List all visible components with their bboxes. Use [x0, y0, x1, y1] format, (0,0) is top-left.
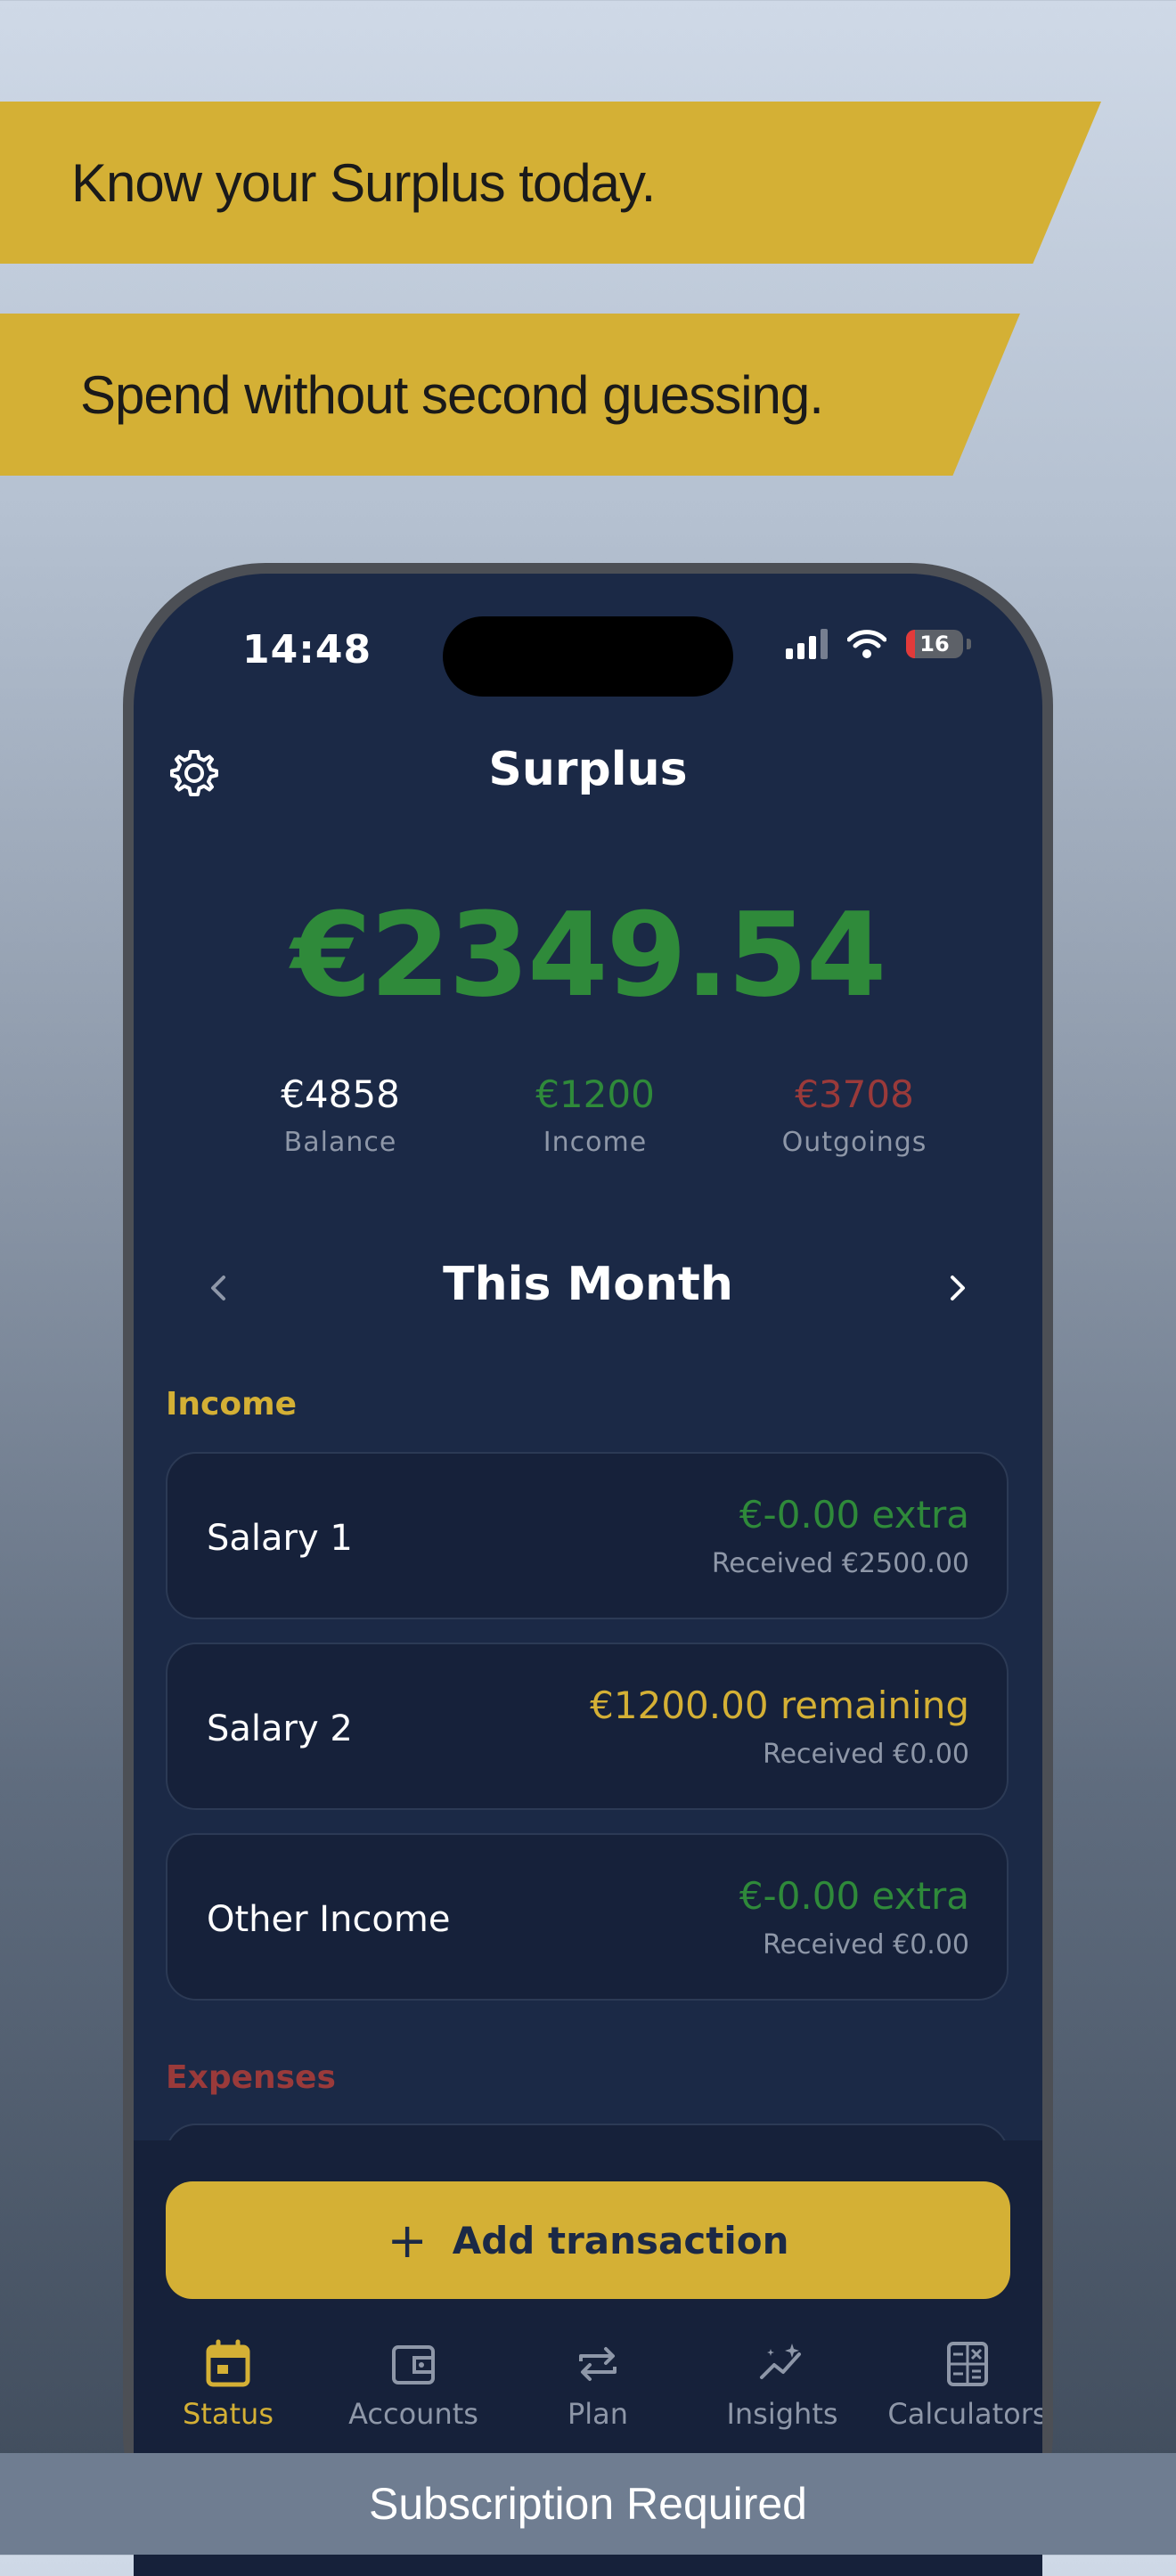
promo-line-1: Know your Surplus today. [71, 152, 656, 213]
tab-status[interactable]: Status [139, 2338, 317, 2431]
app-screen: 14:48 16 Surplus €2349.54 €4858 Balance … [134, 574, 1042, 2576]
battery-tip [967, 639, 971, 649]
add-transaction-label: Add transaction [452, 2218, 789, 2262]
surplus-amount: €2349.54 [290, 887, 887, 1023]
period-selector: This Month [134, 1251, 1042, 1322]
wifi-icon [847, 630, 886, 658]
promo-banner-2: Spend without second guessing. [0, 314, 1020, 476]
battery-icon: 16 [906, 630, 963, 658]
status-time: 14:48 [242, 627, 372, 673]
tab-plan[interactable]: Plan [509, 2338, 687, 2431]
calendar-icon [206, 2339, 250, 2387]
balance-label: Balance [283, 1127, 397, 1158]
expenses-section-label: Expenses [166, 2059, 336, 2096]
tab-label: Accounts [348, 2397, 478, 2431]
income-stat: €1200 Income [479, 1072, 711, 1158]
tab-bar: Status Accounts Plan Insights Calculator… [134, 2338, 1042, 2463]
outgoings-value: €3708 [795, 1072, 914, 1116]
sparkline-icon [760, 2344, 801, 2379]
cellular-signal-icon [786, 629, 828, 659]
income-received: Received €0.00 [763, 1929, 969, 1961]
tab-label: Status [183, 2397, 274, 2431]
income-value: €1200 [535, 1072, 655, 1116]
income-name: Salary 2 [207, 1708, 353, 1749]
subscription-banner[interactable]: Subscription Required [0, 2453, 1176, 2555]
promo-line-2: Spend without second guessing. [80, 364, 824, 425]
income-name: Salary 1 [207, 1518, 353, 1559]
subscription-text: Subscription Required [369, 2479, 807, 2529]
calculator-icon [947, 2342, 988, 2386]
income-amount: €-0.00 extra [739, 1874, 969, 1918]
add-transaction-button[interactable]: + Add transaction [166, 2181, 1010, 2299]
wallet-icon [392, 2345, 435, 2384]
phone-frame: 14:48 16 Surplus €2349.54 €4858 Balance … [123, 563, 1053, 2576]
promo-banner-1: Know your Surplus today. [0, 102, 1101, 264]
income-label: Income [543, 1127, 648, 1158]
tab-label: Plan [567, 2397, 629, 2431]
dynamic-island [443, 616, 733, 697]
balance-stat: €4858 Balance [225, 1072, 456, 1158]
tab-label: Insights [726, 2397, 838, 2431]
outgoings-stat: €3708 Outgoings [739, 1072, 970, 1158]
income-received: Received €0.00 [763, 1739, 969, 1770]
income-amount: €-0.00 extra [739, 1493, 969, 1537]
tab-accounts[interactable]: Accounts [324, 2338, 502, 2431]
tab-insights[interactable]: Insights [693, 2338, 871, 2431]
repeat-icon [579, 2347, 617, 2381]
income-card[interactable]: Salary 2 €1200.00 remaining Received €0.… [166, 1643, 1009, 1810]
income-amount: €1200.00 remaining [590, 1683, 969, 1727]
income-received: Received €2500.00 [711, 1548, 969, 1579]
plus-icon: + [387, 2212, 428, 2269]
income-name: Other Income [207, 1899, 451, 1940]
income-card[interactable]: Other Income €-0.00 extra Received €0.00 [166, 1833, 1009, 2001]
app-title: Surplus [488, 743, 688, 796]
battery-level: 16 [919, 632, 950, 656]
income-section-label: Income [166, 1386, 298, 1423]
outgoings-label: Outgoings [781, 1127, 927, 1158]
income-card[interactable]: Salary 1 €-0.00 extra Received €2500.00 [166, 1452, 1009, 1619]
period-title: This Month [443, 1258, 733, 1311]
status-icons: 16 [786, 629, 971, 659]
tab-label: Calculators [887, 2397, 1042, 2431]
chevron-right-icon[interactable] [939, 1270, 975, 1306]
tab-calculators[interactable]: Calculators [878, 2338, 1042, 2431]
balance-value: €4858 [281, 1072, 400, 1116]
